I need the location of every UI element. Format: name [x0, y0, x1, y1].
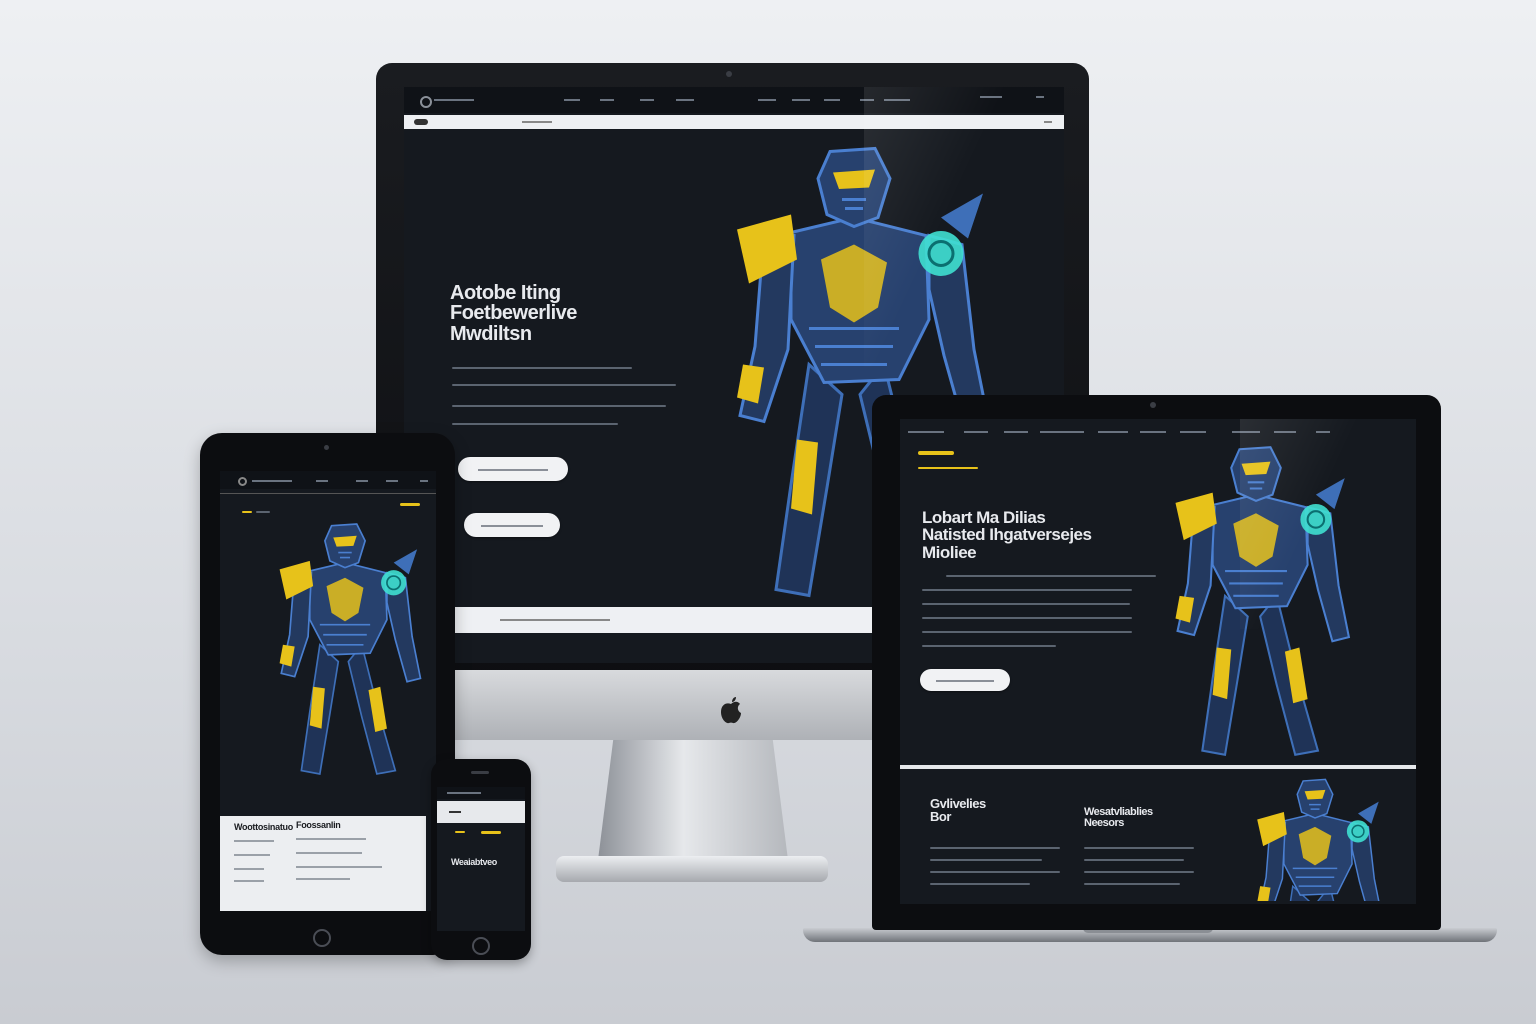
robot-hero-image	[278, 523, 422, 775]
cta-button[interactable]	[920, 669, 1010, 691]
logo-icon[interactable]	[420, 96, 432, 108]
monitor-nav	[404, 87, 1064, 113]
nav-item[interactable]	[980, 96, 1002, 98]
home-button[interactable]	[472, 937, 490, 955]
laptop-headline: Lobart Ma Dilias Natisted Ihgatversejes …	[922, 508, 1092, 562]
tablet-nav	[220, 471, 436, 489]
secondary-button[interactable]	[464, 513, 560, 537]
tablet-col2-title: Foossanlin	[296, 820, 341, 830]
footer-strip	[452, 607, 872, 633]
nav-item[interactable]	[824, 99, 840, 101]
monitor-headline: Aotobe Iting Foetbewerlive Mwdiltsn	[450, 282, 577, 345]
nav-item[interactable]	[564, 99, 580, 101]
paragraph-line	[452, 384, 676, 386]
nav-item[interactable]	[676, 99, 694, 101]
accent-bar	[455, 831, 465, 833]
apple-logo-icon	[716, 695, 746, 725]
monitor-stand	[598, 740, 788, 860]
search-bar[interactable]	[404, 115, 1064, 129]
nav-item[interactable]	[1036, 96, 1044, 98]
tablet-content-card: Woottosinatuo Foossanlin	[220, 816, 426, 911]
monitor-camera	[726, 71, 732, 77]
phone-title: Weaiabtveo	[451, 857, 497, 867]
robot-hero-image	[1174, 446, 1350, 756]
nav-item[interactable]	[884, 99, 910, 101]
accent-bar	[918, 467, 978, 469]
tablet-camera	[324, 445, 329, 450]
nav-item[interactable]	[860, 99, 874, 101]
monitor-stand-base	[556, 856, 828, 882]
laptop-camera	[1150, 402, 1156, 408]
laptop: Lobart Ma Dilias Natisted Ihgatversejes …	[872, 395, 1441, 930]
nav-item[interactable]	[640, 99, 654, 101]
accent-bar	[242, 511, 252, 513]
paragraph-line	[452, 423, 618, 425]
robot-thumbnail-image	[1256, 778, 1383, 901]
phone-screen: Weaiabtveo	[437, 787, 525, 931]
laptop-section1-title: Gvlivelies Bor	[930, 796, 986, 825]
home-button[interactable]	[313, 929, 331, 947]
laptop-base	[803, 928, 1497, 942]
laptop-nav	[900, 419, 1416, 443]
logo-icon[interactable]	[238, 477, 247, 486]
paragraph-line	[452, 367, 632, 369]
laptop-section2-title: Wesatvliablies Neesors	[1084, 806, 1153, 830]
accent-bar	[400, 503, 420, 506]
accent-bar	[481, 831, 501, 834]
phone: Weaiabtveo	[431, 759, 531, 960]
tablet-screen: Woottosinatuo Foossanlin	[220, 471, 436, 911]
brand-text[interactable]	[434, 99, 474, 101]
tablet-divider	[220, 493, 436, 494]
accent-bar	[918, 451, 954, 455]
nav-item[interactable]	[792, 99, 810, 101]
section-divider	[900, 765, 1416, 769]
phone-speaker	[471, 771, 489, 774]
tablet-col1-title: Woottosinatuo	[234, 822, 293, 832]
tablet: Woottosinatuo Foossanlin	[200, 433, 455, 955]
nav-item[interactable]	[600, 99, 614, 101]
nav-item[interactable]	[758, 99, 776, 101]
laptop-screen: Lobart Ma Dilias Natisted Ihgatversejes …	[900, 419, 1416, 904]
paragraph-line	[452, 405, 666, 407]
primary-button[interactable]	[458, 457, 568, 481]
